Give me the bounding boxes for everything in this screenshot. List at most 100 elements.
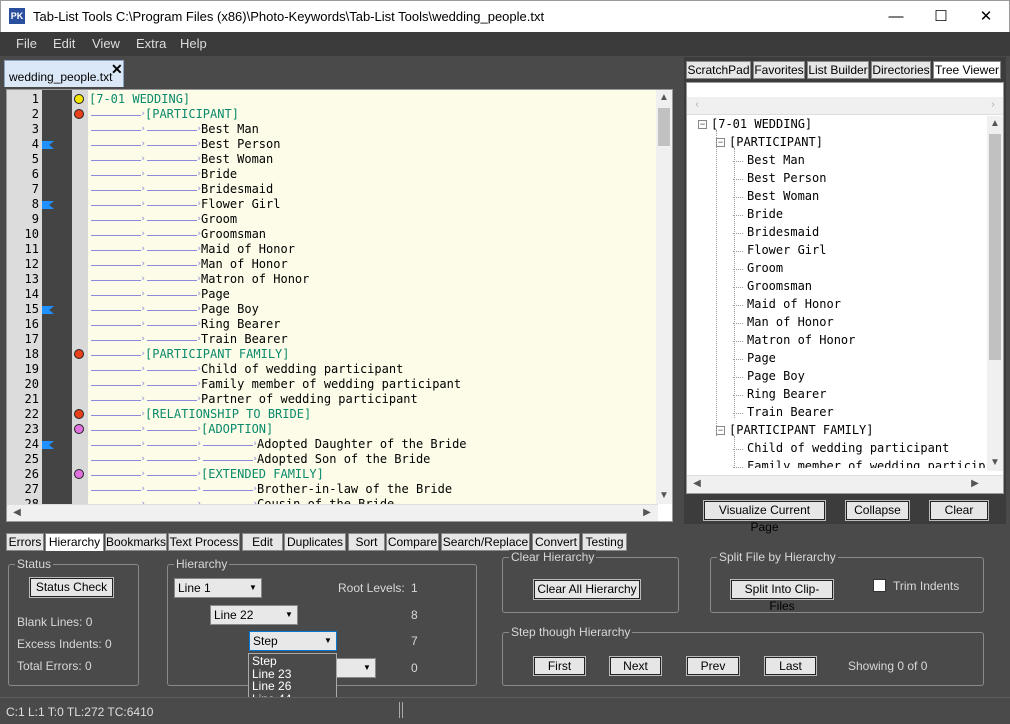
editor-line[interactable]: Page Boy bbox=[201, 302, 259, 316]
level3-combo[interactable]: Step ▼ bbox=[249, 631, 337, 651]
bookmark-flag-icon[interactable] bbox=[42, 441, 54, 449]
scroll-left-icon[interactable]: ◀ bbox=[689, 476, 705, 492]
tree-nodes[interactable]: − [7-01 WEDDING] − [PARTICIPANT] Best Man Bes… bbox=[687, 116, 985, 468]
editor-line[interactable]: Groom bbox=[201, 212, 237, 226]
editor-line[interactable]: [EXTENDED FAMILY] bbox=[201, 467, 324, 481]
tree-node[interactable]: Man of Honor bbox=[747, 315, 834, 329]
maximize-button[interactable]: ☐ bbox=[918, 1, 964, 32]
tab-directories[interactable]: Directories bbox=[871, 61, 931, 79]
editor-line[interactable]: [7-01 WEDDING] bbox=[89, 92, 190, 106]
collapse-node-icon[interactable]: − bbox=[716, 426, 725, 435]
tree-vertical-scrollbar[interactable]: ▲ ▼ bbox=[987, 116, 1003, 471]
scroll-left-icon[interactable]: ‹ bbox=[689, 97, 705, 113]
tree-horizontal-scrollbar[interactable]: ◀ ▶ bbox=[687, 475, 1003, 493]
editor-line[interactable]: Groomsman bbox=[201, 227, 266, 241]
tab-favorites[interactable]: Favorites bbox=[753, 61, 805, 79]
clear-all-hierarchy-button[interactable]: Clear All Hierarchy bbox=[533, 579, 641, 600]
editor-line[interactable]: Cousin of the Bride bbox=[257, 497, 394, 504]
tab-sort[interactable]: Sort bbox=[348, 533, 385, 551]
tab-testing[interactable]: Testing bbox=[582, 533, 627, 551]
splitter-grip[interactable] bbox=[399, 702, 403, 718]
tree-node[interactable]: [7-01 WEDDING] bbox=[711, 117, 812, 131]
menu-view[interactable]: View bbox=[92, 36, 120, 51]
editor-line[interactable]: Man of Honor bbox=[201, 257, 288, 271]
menu-help[interactable]: Help bbox=[180, 36, 207, 51]
editor-line[interactable]: Family member of wedding participant bbox=[201, 377, 461, 391]
text-editor[interactable]: 1 2 3 4 5 6 7 8 9 10 11 12 13 14 15 16 17 18 19 20 21 22 23 24 2… bbox=[6, 89, 673, 522]
close-window-button[interactable]: ✕ bbox=[963, 1, 1009, 32]
editor-line[interactable]: Child of wedding participant bbox=[201, 362, 403, 376]
collapse-node-icon[interactable]: − bbox=[698, 120, 707, 129]
visualize-current-page-button[interactable]: Visualize Current Page bbox=[703, 500, 826, 534]
tree-node[interactable]: Best Person bbox=[747, 171, 826, 185]
editor-line[interactable]: Brother-in-law of the Bride bbox=[257, 482, 452, 496]
tab-search-replace[interactable]: Search/Replace bbox=[441, 533, 530, 551]
scroll-right-icon[interactable]: ▶ bbox=[639, 505, 655, 521]
scroll-down-icon[interactable]: ▼ bbox=[656, 488, 672, 504]
first-button[interactable]: First bbox=[533, 656, 586, 676]
split-into-clip-files-button[interactable]: Split Into Clip-Files bbox=[730, 579, 834, 613]
tab-duplicates[interactable]: Duplicates bbox=[284, 533, 346, 551]
editor-line[interactable]: Flower Girl bbox=[201, 197, 280, 211]
editor-horizontal-scrollbar[interactable]: ◀ ▶ bbox=[7, 504, 658, 521]
editor-line[interactable]: Partner of wedding participant bbox=[201, 392, 418, 406]
clear-tree-button[interactable]: Clear bbox=[929, 500, 989, 521]
chevron-down-icon[interactable]: ▼ bbox=[245, 579, 261, 597]
tab-tree-viewer[interactable]: Tree Viewer bbox=[933, 61, 1001, 79]
menu-extra[interactable]: Extra bbox=[136, 36, 166, 51]
editor-vertical-scrollbar[interactable]: ▲ ▼ bbox=[656, 90, 672, 504]
trim-indents-checkbox[interactable] bbox=[873, 579, 886, 592]
tab-convert[interactable]: Convert bbox=[532, 533, 580, 551]
editor-line[interactable]: Maid of Honor bbox=[201, 242, 295, 256]
tree-node[interactable]: Best Man bbox=[747, 153, 805, 167]
editor-line[interactable]: Adopted Daughter of the Bride bbox=[257, 437, 467, 451]
bookmark-margin[interactable] bbox=[42, 90, 72, 504]
editor-line[interactable]: Adopted Son of the Bride bbox=[257, 452, 430, 466]
tab-hierarchy[interactable]: Hierarchy bbox=[45, 533, 104, 551]
tree-node[interactable]: Bridesmaid bbox=[747, 225, 819, 239]
editor-line[interactable]: Page bbox=[201, 287, 230, 301]
tree-node[interactable]: Best Woman bbox=[747, 189, 819, 203]
tree-viewer[interactable]: ‹ › − [7-01 WEDDING] − [PARTICIPANT] Best Ma… bbox=[686, 82, 1004, 494]
tree-node[interactable]: Family member of wedding participa bbox=[747, 459, 985, 468]
chevron-down-icon[interactable]: ▼ bbox=[359, 659, 375, 677]
close-tab-icon[interactable]: ✕ bbox=[111, 61, 123, 78]
tree-node[interactable]: [PARTICIPANT FAMILY] bbox=[729, 423, 874, 437]
tab-edit[interactable]: Edit bbox=[242, 533, 283, 551]
scroll-right-icon[interactable]: ▶ bbox=[967, 476, 983, 492]
menu-file[interactable]: File bbox=[16, 36, 37, 51]
tree-node[interactable]: Bride bbox=[747, 207, 783, 221]
level4-combo[interactable]: ▼ bbox=[336, 658, 376, 678]
chevron-down-icon[interactable]: ▼ bbox=[281, 606, 297, 624]
scroll-down-icon[interactable]: ▼ bbox=[987, 455, 1003, 471]
bookmark-flag-icon[interactable] bbox=[42, 141, 54, 149]
scroll-up-icon[interactable]: ▲ bbox=[987, 116, 1003, 132]
tree-node[interactable]: Page bbox=[747, 351, 776, 365]
scroll-thumb[interactable] bbox=[989, 134, 1001, 360]
status-check-button[interactable]: Status Check bbox=[29, 577, 114, 598]
scroll-thumb[interactable] bbox=[658, 108, 670, 146]
editor-line[interactable]: [RELATIONSHIP TO BRIDE] bbox=[145, 407, 311, 421]
level2-combo[interactable]: Line 22 ▼ bbox=[210, 605, 298, 625]
tree-node[interactable]: [PARTICIPANT] bbox=[729, 135, 823, 149]
editor-line[interactable]: Bridesmaid bbox=[201, 182, 273, 196]
level1-combo[interactable]: Line 1 ▼ bbox=[174, 578, 262, 598]
editor-line[interactable]: Best Man bbox=[201, 122, 259, 136]
editor-line[interactable]: Best Person bbox=[201, 137, 280, 151]
last-button[interactable]: Last bbox=[764, 656, 817, 676]
tree-node[interactable]: Maid of Honor bbox=[747, 297, 841, 311]
prev-button[interactable]: Prev bbox=[686, 656, 740, 676]
editor-line[interactable]: [ADOPTION] bbox=[201, 422, 273, 436]
tab-scratchpad[interactable]: ScratchPad bbox=[686, 61, 751, 79]
editor-line[interactable]: Bride bbox=[201, 167, 237, 181]
tree-node[interactable]: Groom bbox=[747, 261, 783, 275]
minimize-button[interactable]: — bbox=[873, 1, 919, 32]
tree-node[interactable]: Ring Bearer bbox=[747, 387, 826, 401]
tab-compare[interactable]: Compare bbox=[386, 533, 439, 551]
editor-line[interactable]: [PARTICIPANT FAMILY] bbox=[145, 347, 290, 361]
bookmark-flag-icon[interactable] bbox=[42, 201, 54, 209]
document-tab[interactable]: wedding_people.txt ✕ bbox=[4, 60, 124, 87]
bookmark-flag-icon[interactable] bbox=[42, 306, 54, 314]
editor-line[interactable]: Train Bearer bbox=[201, 332, 288, 346]
scroll-right-icon[interactable]: › bbox=[985, 97, 1001, 113]
